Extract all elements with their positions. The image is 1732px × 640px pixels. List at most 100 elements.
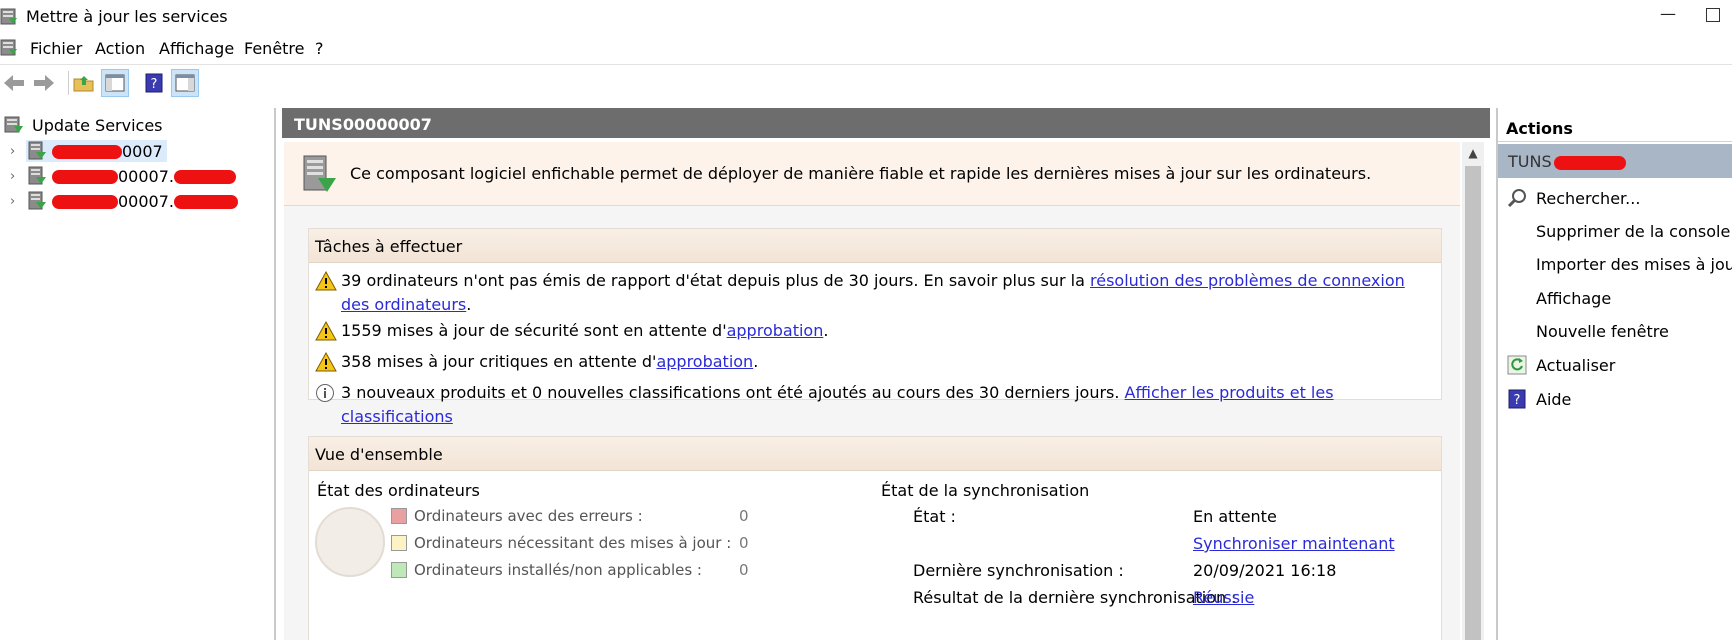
sync-now-link[interactable]: Synchroniser maintenant [1193, 534, 1395, 553]
minimize-button[interactable]: — [1650, 0, 1686, 32]
info-icon [315, 381, 341, 410]
sync-state-label: État : [913, 507, 956, 526]
action-pane-icon [175, 74, 195, 92]
details-content: Ce composant logiciel enfichable permet … [284, 142, 1460, 640]
warning-icon [315, 269, 341, 298]
intro-banner: Ce composant logiciel enfichable permet … [284, 142, 1460, 206]
actions-pane: Actions TUNS Rechercher... Supprimer de … [1496, 108, 1732, 640]
server-icon [28, 141, 46, 160]
vertical-scrollbar[interactable]: ▲ [1462, 142, 1484, 640]
toolbar: ? [0, 64, 1732, 100]
legend-count: 0 [739, 507, 749, 525]
svg-text:?: ? [1514, 393, 1521, 408]
computer-status-pie [315, 507, 385, 577]
redaction-mark [52, 145, 122, 159]
tree-node-label: 0007 [122, 141, 163, 161]
action-label: Aide [1536, 389, 1572, 409]
action-label: Supprimer de la console [1536, 221, 1731, 241]
tasks-panel: Tâches à effectuer 39 ordinateurs n'ont … [308, 228, 1442, 426]
help-book-icon: ? [145, 73, 163, 93]
task-item: 358 mises à jour critiques en attente d'… [315, 350, 1421, 379]
toolbar-separator [68, 71, 69, 95]
details-pane: TUNS00000007 Ce composant logiciel enfic… [282, 108, 1490, 640]
expand-chevron-icon[interactable]: › [10, 144, 26, 159]
action-rechercher[interactable]: Rechercher... [1498, 184, 1732, 212]
tree-node-server-2[interactable]: › 00007. [10, 164, 240, 188]
legend-label: Ordinateurs installés/non applicables : [414, 561, 702, 579]
menu-fenetre[interactable]: Fenêtre [244, 39, 305, 58]
menu-bar: Fichier Action Affichage Fenêtre ? [0, 34, 1732, 64]
legend-needing-updates: Ordinateurs nécessitant des mises à jour… [391, 534, 749, 552]
scroll-up-icon[interactable]: ▲ [1462, 142, 1484, 164]
menu-action[interactable]: Action [95, 39, 145, 58]
warning-icon [315, 350, 341, 379]
overview-panel: Vue d'ensemble État des ordinateurs Ordi… [308, 436, 1442, 640]
last-sync-value: 20/09/2021 16:18 [1193, 561, 1337, 580]
legend-installed: Ordinateurs installés/non applicables : … [391, 561, 749, 579]
action-label: Affichage [1536, 288, 1612, 308]
warning-icon [315, 319, 341, 348]
last-sync-result-link[interactable]: Réussie [1193, 588, 1254, 607]
redaction-mark [173, 195, 238, 209]
task-item: 3 nouveaux produits et 0 nouvelles class… [315, 381, 1421, 429]
overview-title: Vue d'ensemble [309, 437, 1441, 471]
actions-selected-node[interactable]: TUNS [1498, 144, 1732, 178]
server-update-icon [302, 154, 338, 198]
refresh-icon [1498, 355, 1536, 375]
expand-chevron-icon[interactable]: › [10, 194, 26, 209]
action-aide[interactable]: ? Aide [1498, 385, 1732, 413]
update-services-icon [0, 7, 20, 31]
tree-node-label: 00007. [118, 166, 174, 186]
console-tree-icon [105, 74, 125, 92]
action-label: Actualiser [1536, 355, 1616, 375]
maximize-button[interactable] [1706, 8, 1720, 22]
expand-chevron-icon[interactable]: › [10, 169, 26, 184]
help-button[interactable]: ? [140, 69, 168, 97]
sync-state-value: En attente [1193, 507, 1277, 526]
redaction-mark [52, 195, 118, 209]
sync-status-title: État de la synchronisation [881, 481, 1090, 500]
tree-root-update-services[interactable]: Update Services [4, 114, 163, 136]
menu-fichier[interactable]: Fichier [30, 39, 82, 58]
server-icon [28, 166, 46, 185]
show-hide-tree-button[interactable] [101, 69, 129, 97]
last-sync-result-label: Résultat de la dernière synchronisation … [913, 588, 1237, 607]
legend-errors: Ordinateurs avec des erreurs : 0 [391, 507, 749, 525]
menu-help[interactable]: ? [315, 39, 324, 58]
redaction-mark [52, 170, 118, 184]
task-text-end: . [753, 352, 759, 371]
console-tree: Update Services › 0007 › 00007. › 00007. [0, 108, 276, 640]
action-actualiser[interactable]: Actualiser [1498, 351, 1732, 379]
forward-button[interactable] [30, 69, 58, 97]
menu-affichage[interactable]: Affichage [159, 39, 234, 58]
action-affichage[interactable]: Affichage [1498, 284, 1732, 312]
tree-node-server-1[interactable]: › 0007 [10, 139, 167, 163]
legend-swatch [391, 535, 407, 551]
task-text-end: . [823, 321, 829, 340]
back-button[interactable] [0, 69, 28, 97]
console-icon[interactable] [0, 38, 20, 62]
legend-count: 0 [739, 561, 749, 579]
scroll-thumb[interactable] [1465, 166, 1481, 640]
tree-root-label: Update Services [32, 115, 163, 135]
legend-label: Ordinateurs avec des erreurs : [414, 507, 643, 525]
search-icon [1498, 188, 1536, 208]
window-title: Mettre à jour les services [26, 7, 228, 26]
actions-title: Actions [1498, 112, 1732, 142]
tree-node-server-3[interactable]: › 00007. [10, 189, 242, 213]
actions-selected-label: TUNS [1508, 152, 1552, 171]
help-icon: ? [1498, 389, 1536, 409]
action-nouvelle-fenetre[interactable]: Nouvelle fenêtre [1498, 317, 1732, 345]
last-sync-label: Dernière synchronisation : [913, 561, 1124, 580]
security-approval-link[interactable]: approbation [727, 321, 824, 340]
action-supprimer-console[interactable]: Supprimer de la console [1498, 217, 1732, 245]
critical-approval-link[interactable]: approbation [656, 352, 753, 371]
redaction-mark [173, 170, 236, 184]
forward-arrow-icon [34, 75, 54, 91]
show-hide-actions-button[interactable] [171, 69, 199, 97]
back-arrow-icon [4, 75, 24, 91]
action-importer-mises-a-jour[interactable]: Importer des mises à jour [1498, 250, 1732, 278]
details-header: TUNS00000007 [282, 108, 1490, 138]
up-folder-button[interactable] [70, 69, 98, 97]
tree-node-label: 00007. [118, 191, 174, 211]
